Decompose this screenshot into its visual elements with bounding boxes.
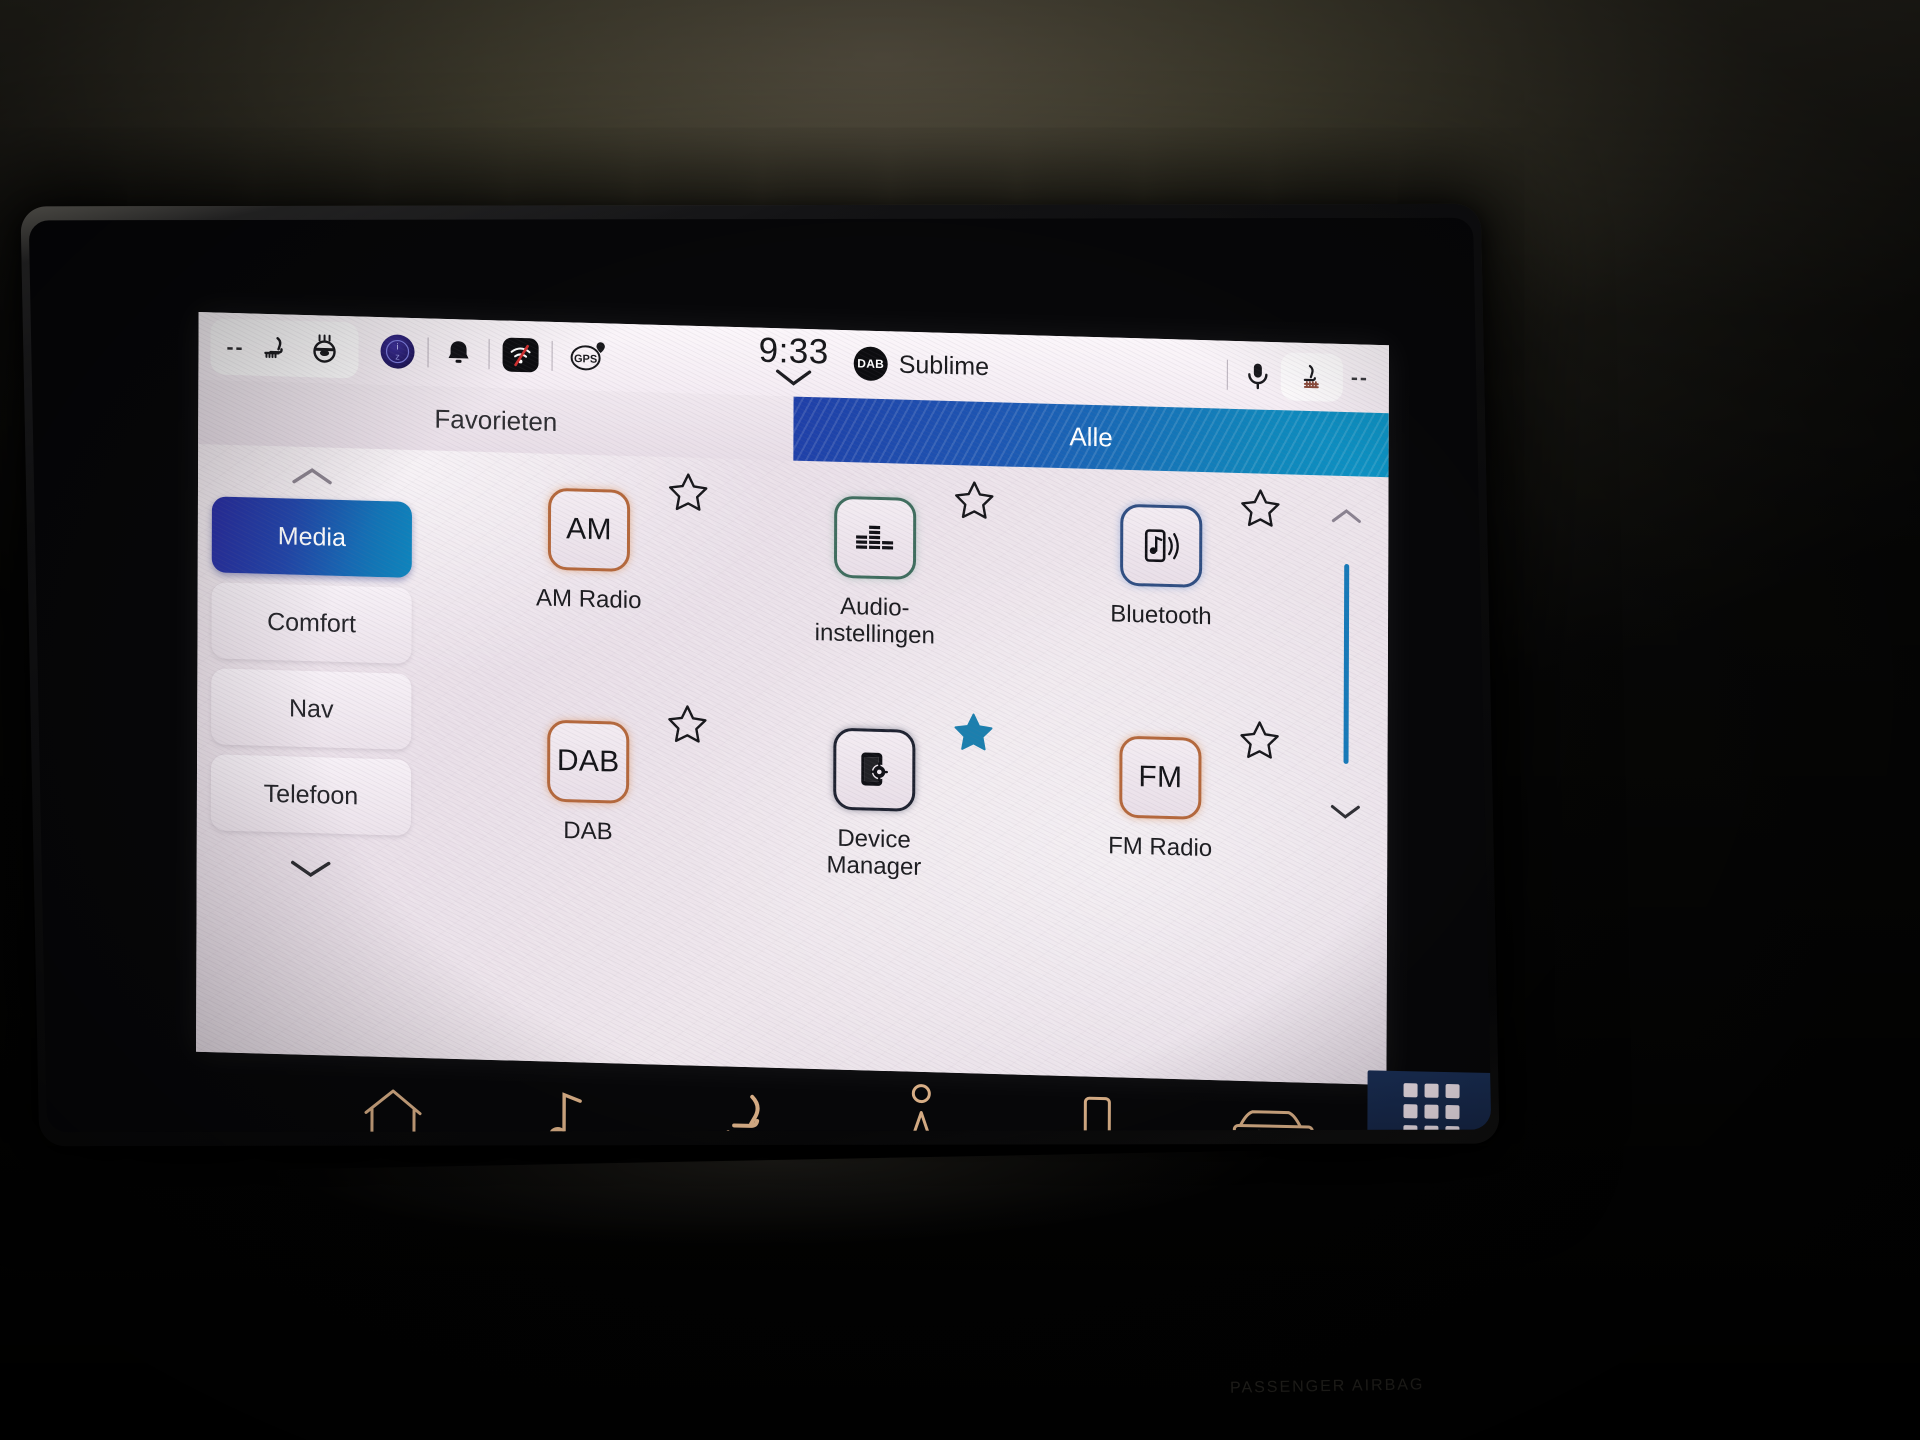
- app-label-line2: Manager: [826, 851, 922, 881]
- taskbar-button-phone[interactable]: [1009, 1090, 1185, 1133]
- clock[interactable]: 9:33: [758, 330, 829, 395]
- app-label-line1: Audio-: [840, 592, 910, 622]
- am-icon-label: AM: [566, 512, 612, 547]
- app-label-dab: DAB: [563, 817, 613, 846]
- favorite-star-filled-icon[interactable]: [951, 709, 995, 759]
- bluetooth-phone-audio-icon: [1120, 503, 1203, 588]
- app-tile-bluetooth[interactable]: Bluetooth: [1018, 475, 1305, 715]
- seat-icon: [714, 1088, 776, 1133]
- grid-scroll-up-button[interactable]: [1328, 506, 1364, 532]
- svg-text:i: i: [397, 342, 399, 352]
- music-note-icon: [542, 1084, 596, 1133]
- passenger-airbag-label: PASSENGER AIRBAG: [1229, 1376, 1425, 1397]
- apps-grid-icon: [1403, 1082, 1460, 1133]
- app-label-audio-instellingen: Audio- instellingen: [815, 593, 935, 650]
- navigation-arrow-icon: [899, 1080, 943, 1133]
- touchscreen-display[interactable]: -- i z GPS 9:33 DAB Sublime -- Favoriete…: [196, 312, 1390, 1085]
- phone-icon: [1075, 1091, 1119, 1133]
- app-label-bluetooth: Bluetooth: [1110, 600, 1212, 631]
- seat-heating-right-icon[interactable]: [1280, 352, 1343, 402]
- app-grid-scrollbar[interactable]: [1312, 505, 1378, 1065]
- notification-bell-icon[interactable]: [442, 336, 476, 371]
- favorite-star-outline-icon[interactable]: [952, 477, 996, 527]
- app-label-device-manager: Device Manager: [827, 825, 922, 881]
- info-indicator-icon[interactable]: i z: [380, 334, 415, 370]
- gps-icon[interactable]: GPS: [566, 337, 610, 376]
- taskbar-button-home[interactable]: [305, 1083, 481, 1133]
- app-label-am-radio: AM Radio: [536, 584, 642, 615]
- category-sidebar: Media Comfort Nav Telefoon: [210, 450, 413, 898]
- sidebar-scroll-down-button[interactable]: [211, 840, 411, 898]
- equalizer-icon: [833, 495, 917, 580]
- chevron-down-icon[interactable]: [771, 366, 817, 394]
- app-label-line2: instellingen: [814, 619, 935, 650]
- sidebar-item-media[interactable]: Media: [211, 496, 413, 578]
- wifi-off-icon[interactable]: [502, 337, 539, 373]
- app-label-line1: Device: [837, 824, 911, 854]
- favorite-star-outline-icon[interactable]: [1237, 717, 1281, 767]
- taskbar-button-vehicle[interactable]: [1185, 1100, 1361, 1133]
- sidebar-scroll-up-button[interactable]: [212, 450, 412, 502]
- now-playing[interactable]: DAB Sublime: [853, 346, 990, 384]
- vehicle-front-icon: [1226, 1101, 1320, 1133]
- display-glass: -- i z GPS 9:33 DAB Sublime -- Favoriete…: [28, 217, 1492, 1133]
- right-temperature-value: --: [1350, 366, 1369, 390]
- favorite-star-outline-icon[interactable]: [665, 701, 709, 751]
- scrollbar-thumb[interactable]: [1343, 563, 1350, 764]
- content-area: Media Comfort Nav Telefoon AM AM Radio A…: [196, 444, 1389, 1085]
- phone-gear-icon: [833, 727, 916, 812]
- fm-icon-label: FM: [1138, 760, 1183, 795]
- grid-scroll-down-button[interactable]: [1327, 801, 1363, 827]
- steering-wheel-heating-icon[interactable]: [306, 331, 342, 368]
- status-divider-4: [1226, 359, 1228, 390]
- left-temperature-value: --: [226, 335, 245, 359]
- dab-source-badge: DAB: [853, 346, 888, 382]
- app-tile-audio-instellingen[interactable]: Audio- instellingen: [731, 467, 1018, 707]
- apps-button[interactable]: Apps: [1367, 1070, 1492, 1133]
- status-divider-1: [427, 337, 429, 368]
- sidebar-item-telefoon[interactable]: Telefoon: [210, 754, 412, 836]
- climate-quick-pill[interactable]: --: [210, 318, 359, 379]
- sidebar-item-comfort[interactable]: Comfort: [211, 582, 412, 664]
- app-tile-device-manager[interactable]: Device Manager: [731, 699, 1018, 939]
- seat-heating-icon[interactable]: [258, 331, 292, 366]
- infotainment-head-unit: -- i z GPS 9:33 DAB Sublime -- Favoriete…: [20, 203, 1500, 1147]
- sidebar-item-nav[interactable]: Nav: [211, 668, 412, 750]
- fm-text-icon: FM: [1119, 735, 1202, 820]
- favorite-star-outline-icon[interactable]: [1238, 485, 1282, 535]
- taskbar-button-seat[interactable]: [657, 1086, 833, 1133]
- app-tile-dab[interactable]: DAB DAB: [445, 691, 732, 931]
- app-label-fm-radio: FM Radio: [1108, 832, 1213, 863]
- status-divider-3: [551, 340, 553, 371]
- taskbar-icon-row: [245, 1065, 1362, 1133]
- taskbar-button-media[interactable]: [481, 1082, 657, 1133]
- app-grid: AM AM Radio Audio- instellingen Bluetoot…: [444, 459, 1304, 1083]
- favorite-star-outline-icon[interactable]: [666, 469, 710, 519]
- status-divider-2: [488, 339, 490, 370]
- dab-text-icon: DAB: [547, 719, 630, 804]
- microphone-icon[interactable]: [1241, 358, 1275, 393]
- svg-text:GPS: GPS: [574, 353, 597, 366]
- taskbar-button-nav[interactable]: [833, 1078, 1009, 1133]
- am-text-icon: AM: [547, 487, 631, 572]
- station-name: Sublime: [898, 350, 990, 381]
- clock-time: 9:33: [758, 330, 829, 372]
- app-tile-fm-radio[interactable]: FM FM Radio: [1017, 707, 1304, 947]
- svg-text:z: z: [395, 352, 400, 362]
- status-bar-right-group: --: [1214, 340, 1381, 413]
- home-icon: [360, 1084, 426, 1133]
- app-tile-am-radio[interactable]: AM AM Radio: [445, 459, 732, 699]
- dab-icon-label: DAB: [556, 743, 620, 779]
